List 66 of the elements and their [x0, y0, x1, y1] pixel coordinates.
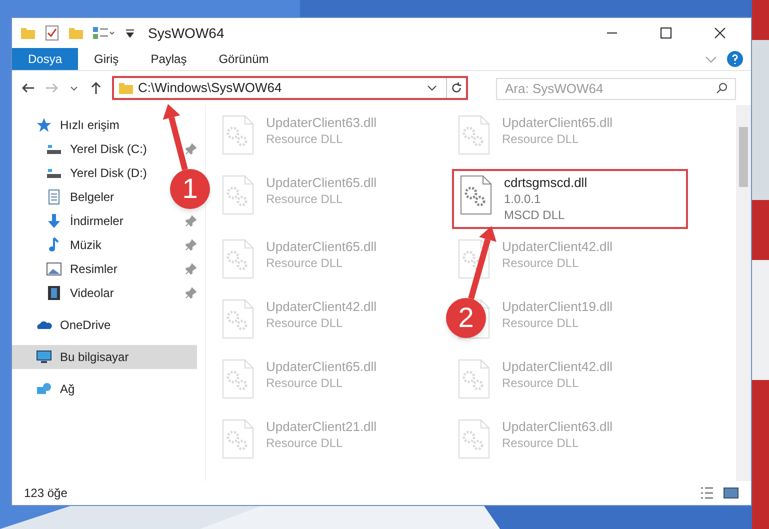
- pin-icon[interactable]: [185, 287, 197, 299]
- properties-icon[interactable]: [44, 25, 60, 41]
- file-description: Resource DLL: [266, 315, 343, 331]
- file-gear-icon: [222, 115, 254, 155]
- item-count: 123 öğe: [24, 485, 68, 502]
- search-field[interactable]: Ara: SysWOW64: [496, 78, 736, 100]
- pin-icon[interactable]: [185, 263, 197, 275]
- tiles-view-icon[interactable]: [723, 485, 739, 501]
- file-description: Resource DLL: [502, 375, 579, 391]
- file-gear-icon: [222, 239, 254, 279]
- file-gear-icon: [458, 239, 490, 279]
- folder-icon: [118, 80, 134, 96]
- scrollbar[interactable]: [736, 105, 751, 481]
- file-version: 1.0.0.1: [504, 191, 541, 207]
- pin-icon[interactable]: [185, 143, 197, 155]
- monitor-icon: [36, 349, 52, 365]
- ribbon-tab[interactable]: Görünüm: [202, 48, 285, 70]
- file-description: Resource DLL: [266, 191, 343, 207]
- star-icon: [36, 117, 52, 133]
- search-icon: [716, 82, 728, 94]
- ribbon-tab[interactable]: Dosya: [12, 48, 78, 70]
- nav-item[interactable]: İndirmeler: [12, 209, 132, 233]
- file-description: Resource DLL: [502, 131, 579, 147]
- file-gear-icon: [222, 359, 254, 399]
- file-gear-icon: [222, 175, 254, 215]
- address-bar[interactable]: C:\Windows\SysWOW64: [112, 76, 468, 100]
- nav-item[interactable]: Bu bilgisayar: [12, 345, 197, 369]
- ribbon-tab[interactable]: Giriş: [78, 48, 135, 70]
- nav-item[interactable]: Videolar: [12, 281, 122, 305]
- file-name[interactable]: cdrtsgmscd.dll: [504, 175, 588, 191]
- document-icon: [46, 189, 62, 205]
- file-gear-icon: [458, 359, 490, 399]
- nav-item[interactable]: Yerel Disk (D:): [12, 161, 155, 185]
- network-icon: [36, 381, 52, 397]
- image-icon: [46, 261, 62, 277]
- file-description: Resource DLL: [502, 435, 579, 451]
- file-gear-icon: [222, 419, 254, 459]
- address-path: C:\Windows\SysWOW64: [138, 79, 283, 98]
- file-gear-icon: [458, 115, 490, 155]
- nav-item[interactable]: Yerel Disk (C:): [12, 137, 155, 161]
- file-description: Resource DLL: [266, 255, 343, 271]
- help-icon[interactable]: [727, 51, 743, 67]
- pin-icon[interactable]: [185, 239, 197, 251]
- file-description: MSCD DLL: [504, 207, 565, 223]
- file-description: Resource DLL: [502, 315, 579, 331]
- nav-item[interactable]: Belgeler: [12, 185, 122, 209]
- file-gear-icon: [458, 419, 490, 459]
- file-description: Resource DLL: [266, 131, 343, 147]
- nav-item[interactable]: Hızlı erişim: [12, 113, 128, 137]
- nav-item[interactable]: Resimler: [12, 257, 126, 281]
- nav-item[interactable]: OneDrive: [12, 313, 119, 337]
- ribbon-tab[interactable]: Paylaş: [134, 48, 203, 70]
- film-icon: [46, 285, 62, 301]
- download-icon: [46, 213, 62, 229]
- view-icon[interactable]: [92, 25, 116, 41]
- pin-icon[interactable]: [185, 215, 197, 227]
- file-description: Resource DLL: [502, 255, 579, 271]
- window-title: SysWOW64: [148, 24, 224, 43]
- file-gear-icon: [460, 175, 492, 215]
- file-description: Resource DLL: [266, 375, 343, 391]
- selected-file-item[interactable]: cdrtsgmscd.dll 1.0.0.1 MSCD DLL: [452, 169, 688, 229]
- file-description: Resource DLL: [266, 435, 343, 451]
- nav-item[interactable]: Ağ: [12, 377, 83, 401]
- details-view-icon[interactable]: [699, 485, 715, 501]
- file-gear-icon: [222, 299, 254, 339]
- nav-item[interactable]: Müzik: [12, 233, 110, 257]
